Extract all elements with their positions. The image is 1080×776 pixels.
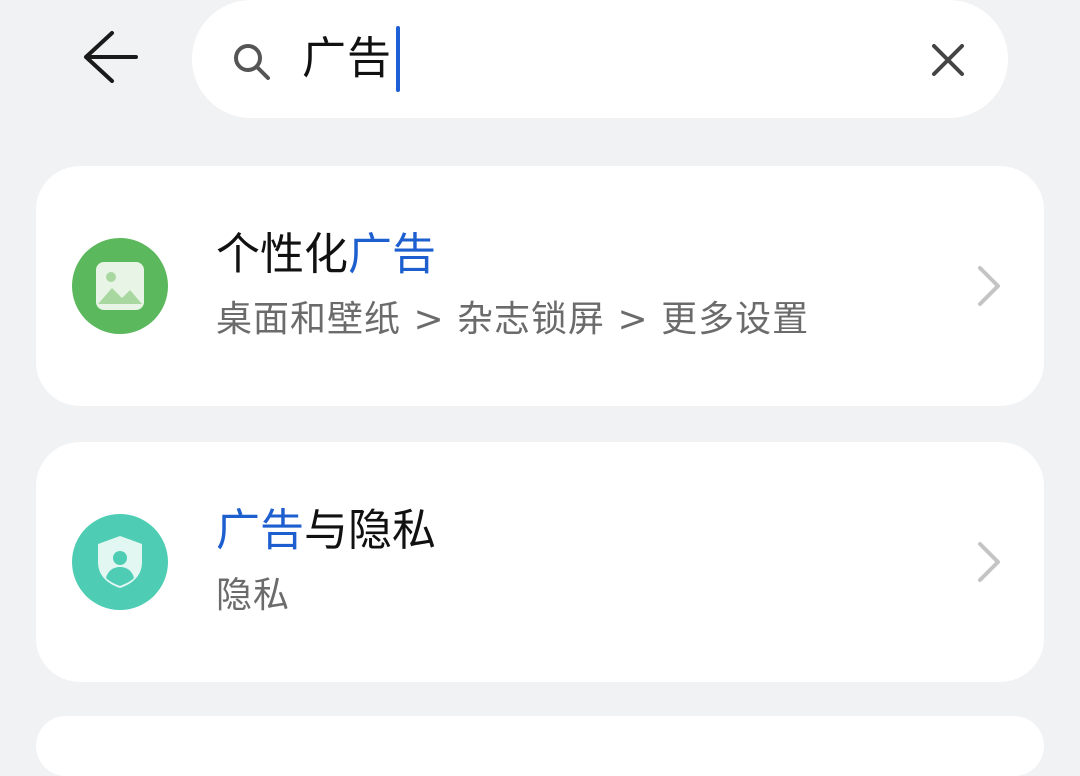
title-highlight: 广告 [216, 505, 304, 556]
arrow-left-icon [84, 31, 138, 83]
chevron-right-icon [978, 266, 1000, 306]
search-input[interactable]: 广告 [302, 26, 400, 92]
close-icon [932, 44, 964, 76]
result-item-partial[interactable] [36, 716, 1044, 776]
back-button[interactable] [68, 22, 148, 92]
result-item-ads-and-privacy[interactable]: 广告与隐私 隐私 [36, 442, 1044, 682]
title-highlight: 广告 [348, 229, 436, 280]
title-prefix: 个性化 [216, 229, 348, 280]
image-icon [72, 238, 168, 334]
text-caret [396, 26, 400, 92]
privacy-shield-icon [72, 514, 168, 610]
title-suffix: 与隐私 [304, 505, 436, 556]
search-icon [230, 40, 274, 84]
result-title: 广告与隐私 [216, 502, 436, 560]
result-path: 桌面和壁纸 > 杂志锁屏 > 更多设置 [216, 299, 810, 340]
clear-search-button[interactable] [918, 30, 978, 90]
search-query-text: 广告 [302, 33, 392, 84]
result-path: 隐私 [216, 575, 291, 616]
result-title: 个性化广告 [216, 226, 436, 284]
chevron-right-icon [978, 542, 1000, 582]
result-item-personalized-ads[interactable]: 个性化广告 桌面和壁纸 > 杂志锁屏 > 更多设置 [36, 166, 1044, 406]
